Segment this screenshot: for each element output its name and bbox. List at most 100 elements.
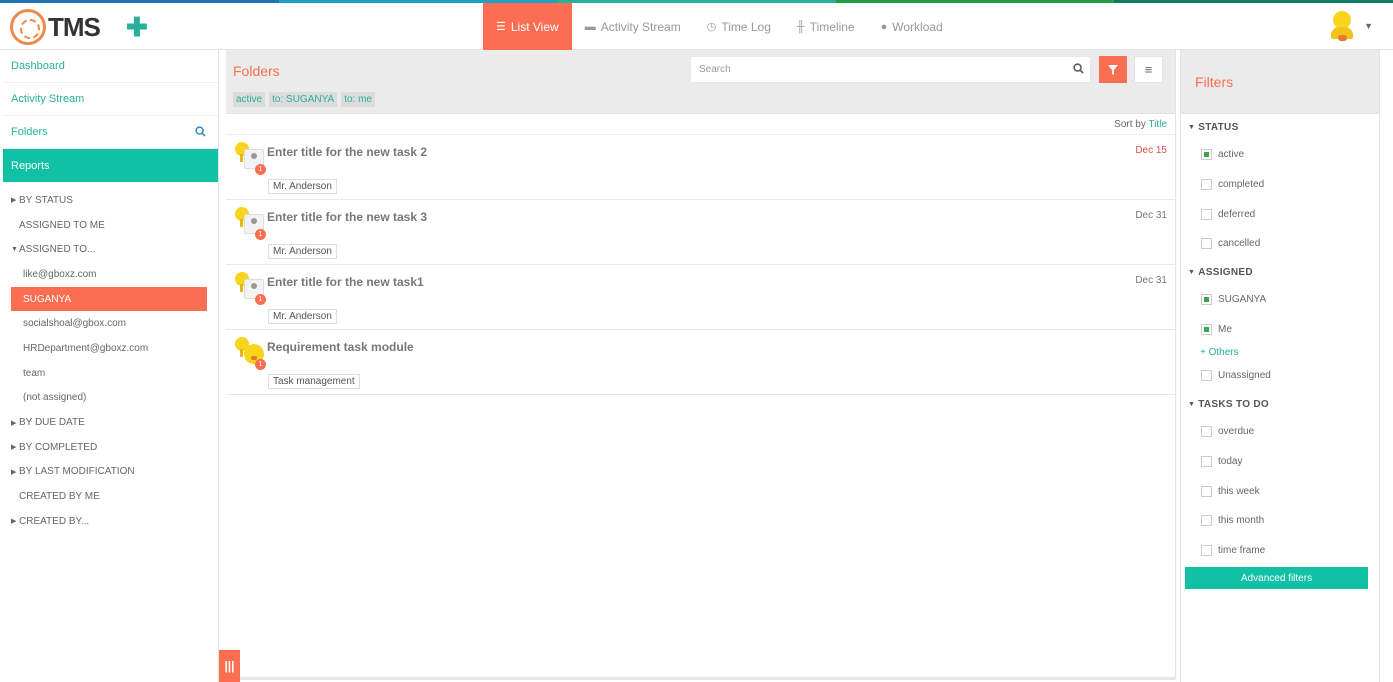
sidebar-item-reports[interactable]: Reports: [3, 149, 218, 182]
report-assignee[interactable]: (not assigned): [3, 386, 218, 411]
app-logo[interactable]: TMS: [10, 9, 101, 45]
sidebar-item-folders[interactable]: Folders: [3, 116, 218, 149]
filter-section-tasks-to-do[interactable]: ▼ TASKS TO DO: [1181, 392, 1379, 417]
filter-tag[interactable]: active: [233, 92, 266, 107]
filter-option[interactable]: time frame: [1181, 536, 1379, 566]
report-by-completed[interactable]: ▶ BY COMPLETED: [3, 435, 218, 460]
task-folder-tag[interactable]: Mr. Anderson: [268, 179, 337, 194]
report-assignee[interactable]: team: [3, 361, 218, 386]
task-title[interactable]: Enter title for the new task 3: [267, 210, 427, 224]
filter-option[interactable]: SUGANYA: [1181, 285, 1379, 315]
task-row[interactable]: 1 Enter title for the new task1 Dec 31 M…: [226, 265, 1175, 330]
tab-list-view[interactable]: ☰ List View: [483, 3, 572, 50]
sidebar-collapse-handle[interactable]: |||: [219, 650, 240, 682]
task-title[interactable]: Enter title for the new task1: [267, 275, 424, 289]
checkbox[interactable]: [1201, 179, 1212, 191]
report-label: CREATED BY...: [19, 515, 90, 527]
filter-option[interactable]: Me: [1181, 314, 1379, 344]
checkbox-checked[interactable]: [1201, 294, 1212, 306]
filter-option[interactable]: this month: [1181, 506, 1379, 536]
tab-timeline[interactable]: ╫ Timeline: [784, 3, 868, 50]
filter-option[interactable]: this week: [1181, 476, 1379, 506]
show-others-link[interactable]: + Others: [1181, 344, 1379, 361]
task-row[interactable]: 1 Enter title for the new task 2 Dec 15 …: [226, 135, 1175, 200]
checkbox[interactable]: [1201, 485, 1212, 497]
search-input[interactable]: [699, 64, 1066, 75]
report-label: HRDepartment@gboxz.com: [23, 342, 149, 354]
section-label: ASSIGNED: [1198, 266, 1253, 278]
task-avatars: 1: [235, 142, 266, 176]
caret-right-icon: ▶: [11, 518, 17, 526]
task-title[interactable]: Requirement task module: [267, 340, 414, 354]
tab-label: List View: [510, 19, 559, 34]
checkbox[interactable]: [1201, 455, 1212, 467]
sidebar-item-activity-stream[interactable]: Activity Stream: [3, 83, 218, 116]
task-folder-tag[interactable]: Mr. Anderson: [268, 309, 337, 324]
report-created-by[interactable]: ▶ CREATED BY...: [3, 509, 218, 534]
checkbox[interactable]: [1201, 370, 1212, 382]
checkbox[interactable]: [1201, 544, 1212, 556]
chevron-down-icon: ▼: [1364, 21, 1373, 31]
filter-option[interactable]: today: [1181, 447, 1379, 477]
task-row[interactable]: 1 Enter title for the new task 3 Dec 31 …: [226, 200, 1175, 265]
advanced-filters-button[interactable]: Advanced filters: [1185, 567, 1368, 590]
filter-option[interactable]: overdue: [1181, 417, 1379, 447]
report-assigned-to-me[interactable]: ASSIGNED TO ME: [3, 213, 218, 238]
filter-option[interactable]: Unassigned: [1181, 361, 1379, 391]
filter-tag[interactable]: to: me: [341, 92, 375, 107]
report-assignee[interactable]: socialshoal@gbox.com: [3, 311, 218, 336]
caret-right-icon: ▶: [11, 468, 17, 476]
report-assigned-to[interactable]: ▼ ASSIGNED TO...: [3, 237, 218, 262]
option-label: this week: [1218, 485, 1260, 497]
checkbox-checked[interactable]: [1201, 323, 1212, 335]
caret-down-icon: ▼: [1188, 400, 1196, 408]
user-icon: ●: [880, 20, 888, 33]
filter-section-assigned[interactable]: ▼ ASSIGNED: [1181, 260, 1379, 285]
checkbox[interactable]: [1201, 208, 1212, 220]
filter-section-status[interactable]: ▼ STATUS: [1181, 115, 1379, 140]
report-created-by-me[interactable]: CREATED BY ME: [3, 484, 218, 509]
report-label: BY LAST MODIFICATION: [19, 466, 135, 478]
task-title[interactable]: Enter title for the new task 2: [267, 145, 427, 159]
view-tabs: ☰ List View ▬ Activity Stream ◷ Time Log ╫ T…: [483, 3, 956, 50]
report-by-due-date[interactable]: ▶ BY DUE DATE: [3, 410, 218, 435]
checkbox[interactable]: [1201, 238, 1212, 250]
filter-option[interactable]: completed: [1181, 170, 1379, 200]
filter-option[interactable]: active: [1181, 140, 1379, 170]
checkbox[interactable]: [1201, 426, 1212, 438]
filter-option[interactable]: cancelled: [1181, 229, 1379, 259]
list-options-button[interactable]: ≡: [1134, 56, 1163, 83]
tab-time-log[interactable]: ◷ Time Log: [694, 3, 784, 50]
option-label: this month: [1218, 515, 1265, 527]
tab-workload[interactable]: ● Workload: [868, 3, 956, 50]
filter-button[interactable]: [1099, 56, 1127, 83]
task-folder-tag[interactable]: Task management: [268, 374, 360, 389]
task-folder-tag[interactable]: Mr. Anderson: [268, 244, 337, 259]
sidebar-item-dashboard[interactable]: Dashboard: [3, 50, 218, 83]
report-by-last-modification[interactable]: ▶ BY LAST MODIFICATION: [3, 460, 218, 485]
tab-activity-stream[interactable]: ▬ Activity Stream: [572, 3, 694, 50]
tab-label: Workload: [892, 19, 943, 34]
task-row[interactable]: 1 Requirement task module Task managemen…: [226, 330, 1175, 395]
filters-header: Filters: [1181, 50, 1379, 114]
page-title: Folders: [233, 63, 280, 79]
sort-field-link[interactable]: Title: [1148, 119, 1167, 130]
report-assignee[interactable]: HRDepartment@gboxz.com: [3, 336, 218, 361]
tab-label: Timeline: [809, 19, 855, 34]
report-assignee-selected[interactable]: SUGANYA: [11, 286, 207, 312]
report-assignee[interactable]: like@gboxz.com: [3, 262, 218, 287]
scrollbar[interactable]: [1379, 50, 1390, 682]
user-menu[interactable]: ▼: [1328, 11, 1373, 41]
section-label: TASKS TO DO: [1198, 398, 1269, 410]
filter-tag[interactable]: to: SUGANYA: [269, 92, 338, 107]
checkbox[interactable]: [1201, 515, 1212, 527]
add-task-button[interactable]: ✚: [126, 12, 148, 43]
option-label: overdue: [1218, 426, 1255, 438]
search-icon[interactable]: [195, 126, 206, 140]
filter-option[interactable]: deferred: [1181, 199, 1379, 229]
report-by-status[interactable]: ▶ BY STATUS: [3, 188, 218, 213]
caret-down-icon: ▼: [1188, 124, 1196, 131]
search-icon[interactable]: [1066, 62, 1090, 77]
checkbox-checked[interactable]: [1201, 149, 1212, 161]
app-header: TMS ✚ ☰ List View ▬ Activity Stream ◷ Time …: [0, 3, 1393, 50]
